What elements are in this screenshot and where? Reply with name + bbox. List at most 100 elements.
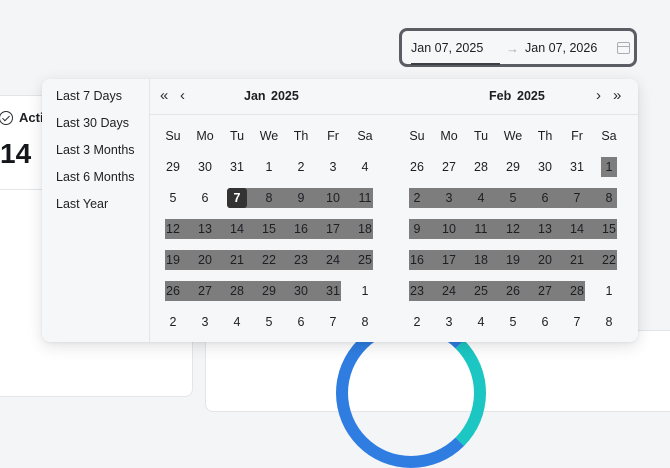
- calendar-day[interactable]: 17: [317, 219, 349, 239]
- calendar-day[interactable]: 15: [593, 219, 625, 239]
- calendar-day[interactable]: 17: [433, 250, 465, 270]
- calendar-day[interactable]: 6: [285, 312, 317, 332]
- calendar-day[interactable]: 29: [497, 157, 529, 177]
- calendar-day[interactable]: 27: [529, 281, 561, 301]
- calendar-day[interactable]: 10: [433, 219, 465, 239]
- prev-year-icon[interactable]: «: [160, 87, 169, 104]
- calendar-day[interactable]: 13: [529, 219, 561, 239]
- calendar-day[interactable]: 21: [561, 250, 593, 270]
- calendar-day[interactable]: 16: [285, 219, 317, 239]
- calendar-day[interactable]: 31: [221, 157, 253, 177]
- calendar-day[interactable]: 30: [189, 157, 221, 177]
- calendar-day[interactable]: 4: [465, 312, 497, 332]
- calendar-day[interactable]: 23: [401, 281, 433, 301]
- month-label[interactable]: Feb: [489, 89, 511, 103]
- calendar-day[interactable]: 31: [561, 157, 593, 177]
- calendar-day[interactable]: 26: [401, 157, 433, 177]
- calendar-day[interactable]: 7: [317, 312, 349, 332]
- calendar-day[interactable]: 29: [253, 281, 285, 301]
- start-date-field[interactable]: Jan 07, 2025: [411, 41, 483, 55]
- preset-last-30-days[interactable]: Last 30 Days: [56, 116, 129, 130]
- calendar-day[interactable]: 31: [317, 281, 349, 301]
- calendar-day[interactable]: 8: [349, 312, 381, 332]
- prev-month-icon[interactable]: ‹: [180, 87, 185, 104]
- calendar-day[interactable]: 2: [401, 188, 433, 208]
- preset-last-3-months[interactable]: Last 3 Months: [56, 143, 135, 157]
- calendar-day[interactable]: 7: [561, 188, 593, 208]
- calendar-day[interactable]: 26: [497, 281, 529, 301]
- calendar-day[interactable]: 8: [593, 312, 625, 332]
- calendar-day[interactable]: 28: [221, 281, 253, 301]
- calendar-day[interactable]: 10: [317, 188, 349, 208]
- calendar-day[interactable]: 24: [433, 281, 465, 301]
- next-year-icon[interactable]: »: [613, 87, 622, 104]
- calendar-day[interactable]: 22: [593, 250, 625, 270]
- end-date-field[interactable]: Jan 07, 2026: [525, 41, 597, 55]
- calendar-day[interactable]: 6: [189, 188, 221, 208]
- calendar-day[interactable]: 2: [285, 157, 317, 177]
- calendar-day[interactable]: 28: [465, 157, 497, 177]
- calendar-day[interactable]: 19: [497, 250, 529, 270]
- calendar-day[interactable]: 25: [465, 281, 497, 301]
- calendar-day[interactable]: 11: [465, 219, 497, 239]
- calendar-day[interactable]: 7: [561, 312, 593, 332]
- year-label[interactable]: 2025: [517, 89, 545, 103]
- calendar-day[interactable]: 27: [189, 281, 221, 301]
- calendar-day[interactable]: 20: [189, 250, 221, 270]
- month-label[interactable]: Jan: [244, 89, 266, 103]
- calendar-day[interactable]: 6: [529, 312, 561, 332]
- preset-last-year[interactable]: Last Year: [56, 197, 108, 211]
- calendar-day[interactable]: 12: [157, 219, 189, 239]
- preset-last-7-days[interactable]: Last 7 Days: [56, 89, 122, 103]
- calendar-day[interactable]: 21: [221, 250, 253, 270]
- calendar-day[interactable]: 1: [593, 281, 625, 301]
- next-month-icon[interactable]: ›: [596, 87, 601, 104]
- calendar-day[interactable]: 18: [349, 219, 381, 239]
- date-range-input[interactable]: Jan 07, 2025 → Jan 07, 2026: [399, 28, 637, 67]
- preset-last-6-months[interactable]: Last 6 Months: [56, 170, 135, 184]
- calendar-day[interactable]: 2: [157, 312, 189, 332]
- calendar-day[interactable]: 26: [157, 281, 189, 301]
- calendar-day[interactable]: 30: [285, 281, 317, 301]
- calendar-day[interactable]: 3: [433, 188, 465, 208]
- calendar-day[interactable]: 24: [317, 250, 349, 270]
- calendar-day[interactable]: 27: [433, 157, 465, 177]
- calendar-day[interactable]: 4: [221, 312, 253, 332]
- calendar-day[interactable]: 9: [285, 188, 317, 208]
- calendar-day[interactable]: 30: [529, 157, 561, 177]
- year-label[interactable]: 2025: [271, 89, 299, 103]
- calendar-day[interactable]: 6: [529, 188, 561, 208]
- calendar-day[interactable]: 9: [401, 219, 433, 239]
- calendar-day[interactable]: 12: [497, 219, 529, 239]
- calendar-day[interactable]: 22: [253, 250, 285, 270]
- calendar-day[interactable]: 3: [317, 157, 349, 177]
- calendar-day[interactable]: 5: [497, 188, 529, 208]
- calendar-day[interactable]: 3: [433, 312, 465, 332]
- calendar-day[interactable]: 1: [253, 157, 285, 177]
- calendar-day[interactable]: 13: [189, 219, 221, 239]
- calendar-day[interactable]: 8: [253, 188, 285, 208]
- calendar-day[interactable]: 29: [157, 157, 189, 177]
- calendar-day[interactable]: 5: [497, 312, 529, 332]
- calendar-day[interactable]: 3: [189, 312, 221, 332]
- calendar-day[interactable]: 1: [593, 157, 625, 177]
- calendar-day[interactable]: 18: [465, 250, 497, 270]
- calendar-day[interactable]: 14: [221, 219, 253, 239]
- calendar-day[interactable]: 2: [401, 312, 433, 332]
- calendar-day[interactable]: 1: [349, 281, 381, 301]
- calendar-day[interactable]: 28: [561, 281, 593, 301]
- calendar-day[interactable]: 4: [349, 157, 381, 177]
- calendar-day[interactable]: 5: [253, 312, 285, 332]
- calendar-day[interactable]: 20: [529, 250, 561, 270]
- calendar-day[interactable]: 4: [465, 188, 497, 208]
- calendar-day[interactable]: 25: [349, 250, 381, 270]
- calendar-day[interactable]: 19: [157, 250, 189, 270]
- calendar-day[interactable]: 23: [285, 250, 317, 270]
- calendar-day[interactable]: 15: [253, 219, 285, 239]
- calendar-day[interactable]: 14: [561, 219, 593, 239]
- calendar-day[interactable]: 7: [227, 188, 247, 208]
- calendar-day[interactable]: 8: [593, 188, 625, 208]
- calendar-day[interactable]: 5: [157, 188, 189, 208]
- calendar-day[interactable]: 16: [401, 250, 433, 270]
- calendar-day[interactable]: 11: [349, 188, 381, 208]
